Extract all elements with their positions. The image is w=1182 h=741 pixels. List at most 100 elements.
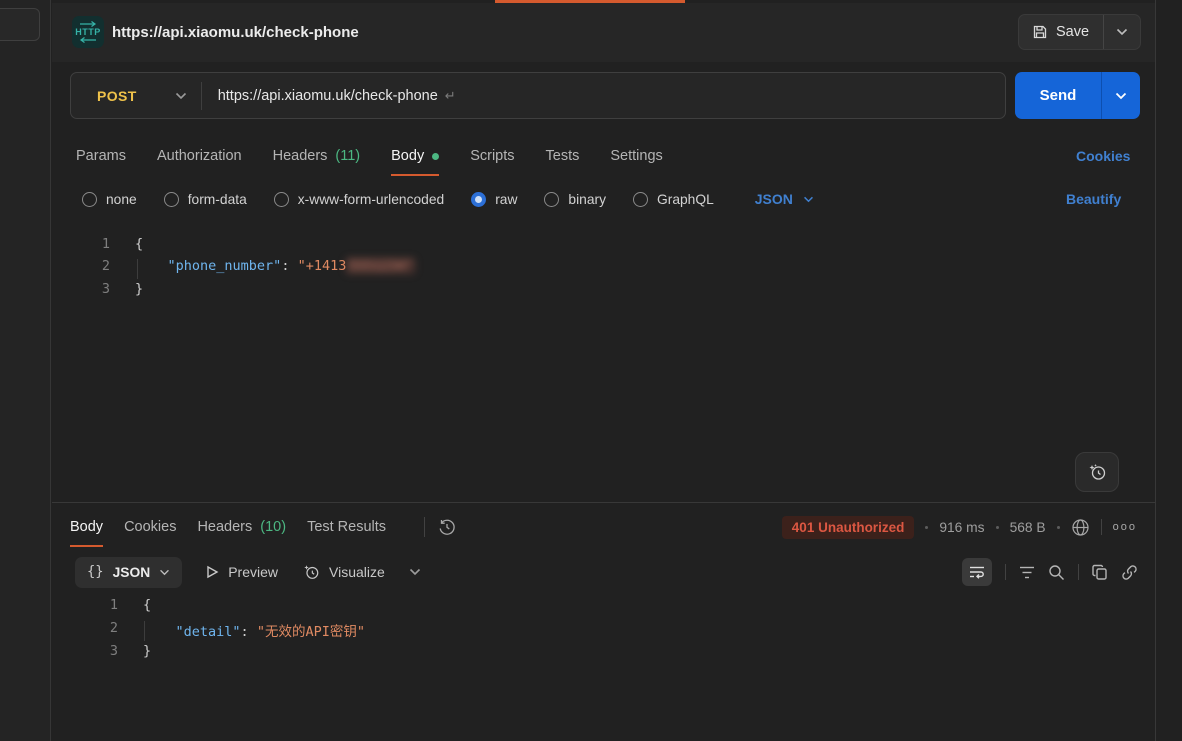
- headers-count: (11): [335, 148, 360, 164]
- save-button-group: Save: [1018, 14, 1141, 50]
- search-button[interactable]: [1048, 564, 1065, 581]
- response-size[interactable]: 568 B: [1010, 520, 1046, 535]
- json-key: "phone_number": [168, 258, 282, 274]
- right-panel-divider: [1155, 0, 1156, 741]
- response-tab-cookies[interactable]: Cookies: [124, 506, 176, 548]
- tab-label: Params: [76, 148, 126, 164]
- cookies-link[interactable]: Cookies: [1076, 135, 1130, 177]
- link-button[interactable]: [1121, 564, 1138, 581]
- word-wrap-button[interactable]: [962, 558, 992, 586]
- response-time[interactable]: 916 ms: [939, 520, 984, 535]
- tab-label: Headers: [273, 148, 328, 164]
- mode-label: none: [106, 192, 137, 207]
- visualize-button[interactable]: Visualize: [302, 563, 385, 581]
- code-text: }: [110, 281, 143, 303]
- request-code-line-3[interactable]: 3 }: [52, 281, 1152, 303]
- tab-headers[interactable]: Headers (11): [273, 135, 361, 177]
- http-arrows-icon: [77, 16, 99, 48]
- postbot-button[interactable]: [1075, 452, 1119, 492]
- send-button-group: Send: [1015, 72, 1140, 119]
- tab-authorization[interactable]: Authorization: [157, 135, 242, 177]
- http-request-icon: HTTP: [72, 16, 104, 48]
- response-tab-body[interactable]: Body: [70, 506, 103, 548]
- toolbar-chevron[interactable]: [409, 568, 421, 576]
- mode-x-www-form-urlencoded[interactable]: x-www-form-urlencoded: [274, 192, 444, 207]
- copy-icon: [1092, 564, 1108, 581]
- url-input[interactable]: https://api.xiaomu.uk/check-phone↵: [218, 88, 456, 104]
- send-options-button[interactable]: [1101, 72, 1140, 119]
- code-text: {: [118, 597, 151, 619]
- code-text: }: [118, 643, 151, 665]
- request-header: HTTP https://api.xiaomu.uk/check-phone S…: [52, 3, 1155, 62]
- response-status-row: 401 Unauthorized 916 ms 568 B ooo: [782, 506, 1137, 548]
- mode-none[interactable]: none: [82, 192, 137, 207]
- indent-guide: [137, 259, 138, 279]
- tab-label: Body: [70, 519, 103, 535]
- network-info-icon[interactable]: [1071, 518, 1090, 537]
- code-text: {: [110, 236, 143, 258]
- pane-splitter[interactable]: [52, 502, 1155, 503]
- language-label: JSON: [755, 191, 793, 207]
- response-code-line-1: 1 {: [52, 597, 1152, 619]
- mode-label: GraphQL: [657, 192, 714, 207]
- tab-body[interactable]: Body: [391, 135, 439, 177]
- braces-icon: {}: [87, 564, 104, 580]
- history-clock-icon: [438, 518, 456, 536]
- response-tab-headers[interactable]: Headers(10): [197, 506, 286, 548]
- mode-graphql[interactable]: GraphQL: [633, 192, 714, 207]
- response-tabs: Body Cookies Headers(10) Test Results: [70, 506, 386, 548]
- method-selector[interactable]: POST: [71, 73, 201, 118]
- separator-dot: [1057, 526, 1060, 529]
- mode-label: x-www-form-urlencoded: [298, 192, 444, 207]
- chevron-down-icon: [1116, 28, 1128, 36]
- response-tab-test-results[interactable]: Test Results: [307, 506, 386, 548]
- toolbar-divider: [1005, 564, 1006, 580]
- play-icon: [206, 565, 219, 579]
- response-history-button[interactable]: [435, 515, 459, 539]
- more-options-icon[interactable]: ooo: [1113, 521, 1137, 533]
- tab-scripts[interactable]: Scripts: [470, 135, 514, 177]
- mode-form-data[interactable]: form-data: [164, 192, 247, 207]
- chevron-down-icon: [803, 196, 814, 203]
- tab-label: Test Results: [307, 519, 386, 535]
- line-number: 3: [52, 643, 118, 665]
- preview-button[interactable]: Preview: [206, 564, 278, 580]
- copy-button[interactable]: [1092, 564, 1108, 581]
- save-options-button[interactable]: [1103, 15, 1140, 49]
- radio-icon: [633, 192, 648, 207]
- mode-raw[interactable]: raw: [471, 192, 517, 207]
- toolbar-divider: [1078, 564, 1079, 580]
- tab-tests[interactable]: Tests: [546, 135, 580, 177]
- save-button[interactable]: Save: [1019, 15, 1103, 49]
- chevron-down-icon: [409, 568, 421, 576]
- request-tabs: Params Authorization Headers (11) Body Sc…: [76, 135, 663, 177]
- word-wrap-icon: [969, 565, 985, 579]
- line-number: 1: [52, 597, 118, 619]
- radio-icon: [274, 192, 289, 207]
- tab-label: Authorization: [157, 148, 242, 164]
- chevron-down-icon: [1115, 92, 1127, 100]
- request-code-line-2[interactable]: 2 "phone_number": "+14135551234": [52, 258, 1152, 280]
- tab-settings[interactable]: Settings: [610, 135, 662, 177]
- response-code-line-2: 2 "detail": "无效的API密钥": [52, 620, 1152, 642]
- beautify-link[interactable]: Beautify: [1066, 181, 1121, 217]
- line-number: 1: [52, 236, 110, 258]
- mode-binary[interactable]: binary: [544, 192, 606, 207]
- tab-label: Headers: [197, 519, 252, 535]
- filter-button[interactable]: [1019, 566, 1035, 579]
- send-button[interactable]: Send: [1015, 72, 1101, 119]
- json-key: "detail": [176, 624, 241, 640]
- filter-icon: [1019, 566, 1035, 579]
- response-format-selector[interactable]: {} JSON: [75, 557, 182, 588]
- request-code-line-1[interactable]: 1 {: [52, 236, 1152, 258]
- app-window: HTTP https://api.xiaomu.uk/check-phone S…: [0, 0, 1182, 741]
- postbot-sparkle-icon: [1087, 462, 1107, 482]
- line-number: 3: [52, 281, 110, 303]
- separator-dot: [996, 526, 999, 529]
- status-badge[interactable]: 401 Unauthorized: [782, 516, 915, 539]
- url-value: https://api.xiaomu.uk/check-phone: [218, 88, 438, 104]
- language-selector[interactable]: JSON: [755, 191, 814, 207]
- tab-params[interactable]: Params: [76, 135, 126, 177]
- code-text: "detail": "无效的API密钥": [118, 620, 365, 642]
- sidebar-collapsed-tab[interactable]: [0, 8, 40, 41]
